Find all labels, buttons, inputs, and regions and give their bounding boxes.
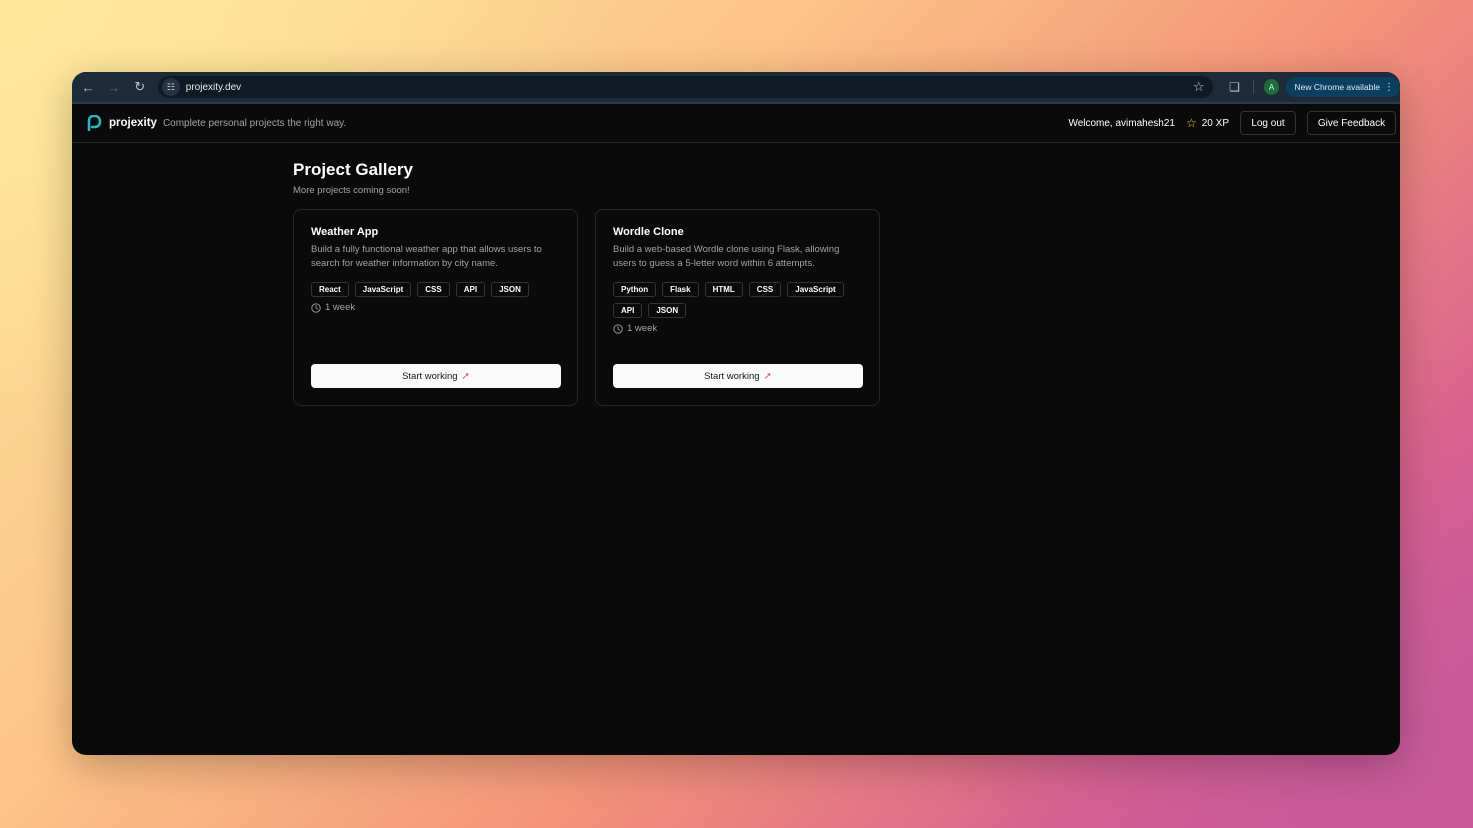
- clock-icon: [613, 323, 623, 334]
- tech-tag: React: [311, 282, 349, 297]
- extensions-button[interactable]: ❏: [1227, 80, 1243, 94]
- project-gallery: Project Gallery More projects coming soo…: [293, 160, 880, 406]
- toolbar-divider: [1252, 80, 1254, 94]
- start-working-button[interactable]: Start working ➚: [311, 364, 561, 388]
- tech-tag: API: [455, 282, 486, 297]
- arrow-left-icon: ←: [81, 79, 95, 95]
- project-duration: 1 week: [311, 302, 560, 313]
- kebab-icon: ⋮: [1383, 81, 1394, 93]
- address-bar[interactable]: ☷ projexity.dev ☆: [157, 76, 1213, 98]
- star-icon: ☆: [1185, 116, 1197, 130]
- rocket-icon: ➚: [763, 370, 772, 382]
- give-feedback-button[interactable]: Give Feedback: [1307, 111, 1396, 135]
- star-outline-icon: ☆: [1192, 79, 1205, 94]
- tech-tag: JSON: [491, 282, 529, 297]
- bookmark-button[interactable]: ☆: [1193, 79, 1205, 95]
- browser-toolbar: ← → ↻ ☷ projexity.dev ☆ ❏ A New Chrome a…: [72, 72, 1400, 104]
- project-description: Build a web-based Wordle clone using Fla…: [613, 244, 840, 269]
- tech-tag: CSS: [417, 282, 450, 297]
- tech-tag: HTML: [704, 282, 743, 297]
- tech-tag: JSON: [648, 303, 687, 318]
- tech-tag: Python: [613, 282, 657, 297]
- site-info-button[interactable]: ☷: [161, 78, 180, 96]
- duration-text: 1 week: [325, 302, 356, 313]
- tech-tags: React JavaScript CSS API JSON: [311, 282, 551, 303]
- reload-icon: ↻: [134, 79, 146, 94]
- back-button[interactable]: ←: [76, 75, 100, 99]
- project-title: Wordle Clone: [613, 226, 684, 238]
- puzzle-icon: ❏: [1229, 80, 1240, 94]
- start-working-label: Start working: [704, 370, 760, 382]
- new-chrome-label: New Chrome available: [1294, 82, 1380, 92]
- start-working-button[interactable]: Start working ➚: [613, 364, 863, 388]
- page-title: Project Gallery: [293, 160, 414, 179]
- tech-tag: JavaScript: [787, 282, 844, 297]
- tech-tags: Python Flask HTML CSS JavaScript API JSO…: [613, 282, 853, 324]
- browser-window: ← → ↻ ☷ projexity.dev ☆ ❏ A New Chrome a…: [72, 72, 1400, 755]
- project-duration: 1 week: [613, 323, 862, 334]
- start-working-label: Start working: [402, 370, 458, 382]
- project-cards: Weather App Build a fully functional wea…: [293, 209, 897, 406]
- project-description: Build a fully functional weather app tha…: [311, 244, 542, 269]
- brand-name[interactable]: projexity: [109, 117, 157, 129]
- xp-count: 20 XP: [1201, 117, 1229, 129]
- rocket-icon: ➚: [461, 370, 470, 382]
- arrow-right-icon: →: [107, 79, 121, 95]
- projexity-logo-icon[interactable]: [86, 115, 102, 131]
- project-card-weather-app: Weather App Build a fully functional wea…: [293, 209, 578, 406]
- page-subtitle: More projects coming soon!: [293, 185, 410, 196]
- duration-text: 1 week: [627, 323, 658, 334]
- project-title: Weather App: [311, 226, 379, 238]
- tech-tag: API: [613, 303, 643, 318]
- profile-avatar[interactable]: A: [1263, 79, 1280, 95]
- welcome-text: Welcome, avimahesh21: [1068, 117, 1175, 129]
- forward-button[interactable]: →: [102, 75, 126, 99]
- url-text[interactable]: projexity.dev: [186, 82, 241, 93]
- new-chrome-available-button[interactable]: New Chrome available ⋮: [1286, 77, 1400, 97]
- tune-icon: ☷: [166, 81, 175, 92]
- header-user-area: Welcome, avimahesh21 ☆ 20 XP Log out Giv…: [1068, 104, 1396, 142]
- tech-tag: Flask: [662, 282, 699, 297]
- logout-button[interactable]: Log out: [1240, 111, 1296, 135]
- app-header: projexity Complete personal projects the…: [72, 104, 1400, 143]
- tech-tag: JavaScript: [354, 282, 412, 297]
- reload-button[interactable]: ↻: [128, 75, 152, 99]
- tagline: Complete personal projects the right way…: [162, 117, 347, 129]
- clock-icon: [311, 302, 321, 313]
- tech-tag: CSS: [748, 282, 782, 297]
- project-card-wordle-clone: Wordle Clone Build a web-based Wordle cl…: [595, 209, 880, 406]
